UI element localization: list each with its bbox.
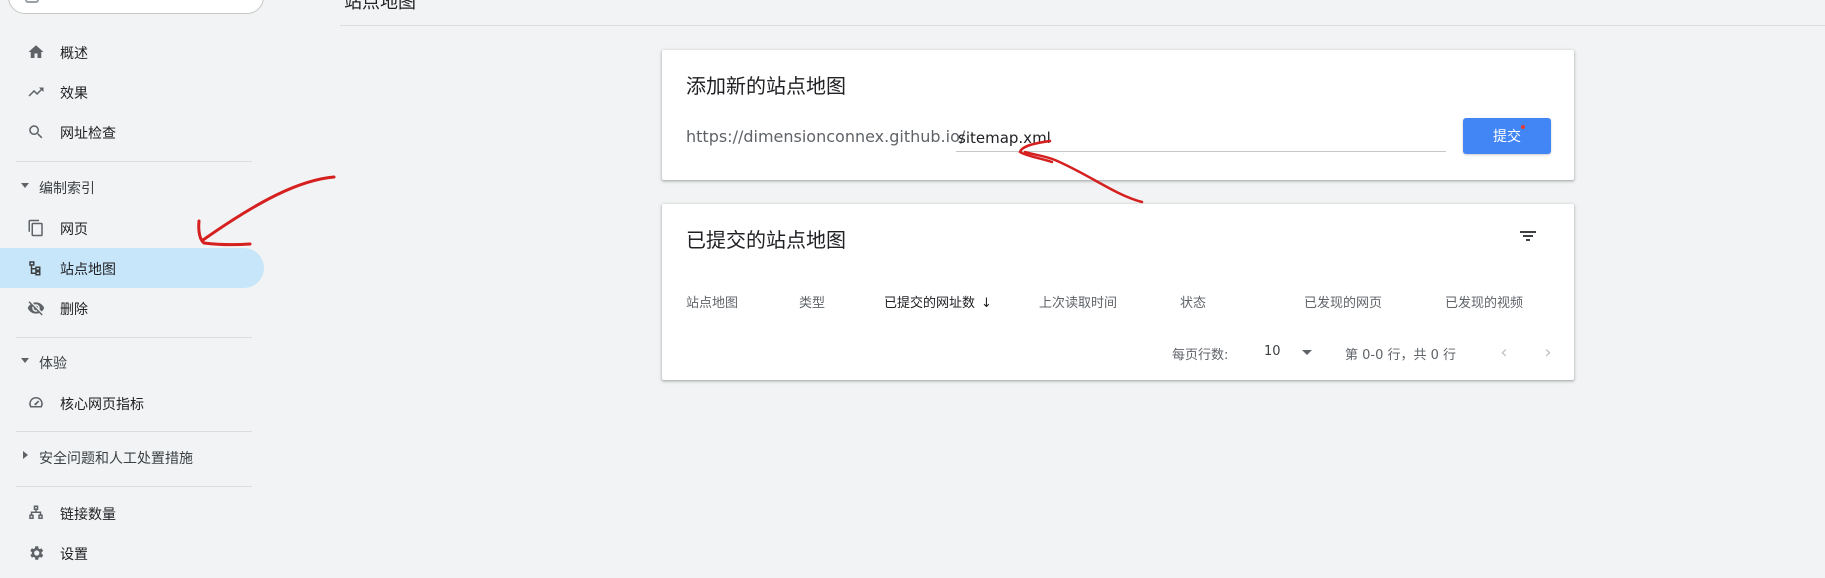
next-page-icon[interactable]: › (1536, 340, 1560, 364)
submit-button-label: 提交 (1493, 129, 1521, 145)
column-label: 已提交的网址数 (884, 296, 976, 311)
caret-down-icon (21, 183, 29, 188)
column-discovered-videos[interactable]: 已发现的视频 (1445, 292, 1523, 311)
sitemap-icon (26, 258, 46, 278)
sidebar-divider (16, 337, 252, 338)
sidebar-item-sitemaps[interactable]: 站点地图 (0, 248, 264, 288)
sidebar-item-label: 站点地图 (60, 262, 116, 278)
gear-icon (26, 543, 46, 563)
header-divider (340, 25, 1825, 26)
sidebar-divider (16, 161, 252, 162)
submitted-sitemaps-title: 已提交的站点地图 (686, 228, 846, 252)
section-label: 安全问题和人工处置措施 (39, 451, 193, 467)
section-label: 编制索引 (39, 181, 95, 197)
url-prefix: https://dimensionconnex.github.io/ (686, 127, 966, 146)
page-range: 第 0-0 行，共 0 行 (1345, 348, 1457, 363)
section-indexing[interactable]: 编制索引 (0, 170, 264, 206)
column-last-read[interactable]: 上次读取时间 (1039, 292, 1117, 311)
prev-page-icon[interactable]: ‹ (1492, 340, 1516, 364)
pagination: 每页行数: 10 第 0-0 行，共 0 行 ‹ › (662, 342, 1574, 372)
links-tree-icon (26, 503, 46, 523)
column-sitemap[interactable]: 站点地图 (686, 292, 738, 311)
sidebar-divider (16, 486, 252, 487)
speed-gauge-icon (26, 393, 46, 413)
section-security[interactable]: 安全问题和人工处置措施 (0, 440, 264, 476)
sidebar-item-label: 设置 (60, 547, 88, 563)
section-label: 体验 (39, 356, 67, 372)
sidebar-item-label: 网页 (60, 222, 88, 238)
dropdown-caret-icon (1302, 350, 1312, 355)
sidebar-item-label: 核心网页指标 (60, 397, 144, 413)
trending-up-icon (26, 82, 46, 102)
sidebar: 概述 效果 网址检查 编制索引 网页 站点地图 删除 体验 核心网页指标 安全问… (0, 0, 265, 578)
property-selector[interactable] (8, 0, 264, 14)
sidebar-divider (16, 431, 252, 432)
section-experience[interactable]: 体验 (0, 345, 264, 381)
column-submitted-urls[interactable]: 已提交的网址数 ↓ (884, 292, 992, 311)
sidebar-item-settings[interactable]: 设置 (0, 533, 264, 573)
submit-button[interactable]: 提交 (1463, 118, 1551, 154)
sidebar-item-core-web-vitals[interactable]: 核心网页指标 (0, 383, 264, 423)
column-discovered-pages[interactable]: 已发现的网页 (1304, 292, 1382, 311)
sidebar-item-links[interactable]: 链接数量 (0, 493, 264, 533)
add-sitemap-card: 添加新的站点地图 https://dimensionconnex.github.… (662, 50, 1574, 180)
rows-per-page-select[interactable]: 10 (1264, 344, 1314, 364)
cursor-dot (1521, 125, 1525, 129)
property-icon (25, 0, 39, 3)
rows-per-page-value: 10 (1264, 344, 1281, 359)
eye-off-icon (26, 298, 46, 318)
sidebar-item-removals[interactable]: 删除 (0, 288, 264, 328)
sidebar-item-pages[interactable]: 网页 (0, 208, 264, 248)
caret-right-icon (23, 451, 28, 459)
page-title: 站点地图 (344, 0, 416, 13)
sidebar-item-label: 概述 (60, 46, 88, 62)
sidebar-item-performance[interactable]: 效果 (0, 72, 264, 112)
filter-icon[interactable] (1516, 224, 1540, 248)
rows-per-page-label: 每页行数: (1172, 348, 1229, 363)
add-sitemap-title: 添加新的站点地图 (686, 74, 846, 98)
sidebar-item-label: 网址检查 (60, 126, 116, 142)
sidebar-item-overview[interactable]: 概述 (0, 32, 264, 72)
submitted-sitemaps-card: 已提交的站点地图 站点地图 类型 已提交的网址数 ↓ 上次读取时间 状态 已发现的… (662, 204, 1574, 380)
search-icon (26, 122, 46, 142)
table-header: 站点地图 类型 已提交的网址数 ↓ 上次读取时间 状态 已发现的网页 已发现的视频 (662, 286, 1574, 316)
column-type[interactable]: 类型 (799, 292, 825, 311)
caret-down-icon (21, 358, 29, 363)
sidebar-item-label: 效果 (60, 86, 88, 102)
sidebar-item-label: 链接数量 (60, 507, 116, 523)
home-icon (26, 42, 46, 62)
sitemap-url-input[interactable] (956, 124, 1446, 152)
sort-down-arrow-icon: ↓ (981, 296, 992, 311)
column-status[interactable]: 状态 (1180, 292, 1206, 311)
pages-icon (26, 218, 46, 238)
sidebar-item-url-inspection[interactable]: 网址检查 (0, 112, 264, 152)
sidebar-item-label: 删除 (60, 302, 88, 318)
